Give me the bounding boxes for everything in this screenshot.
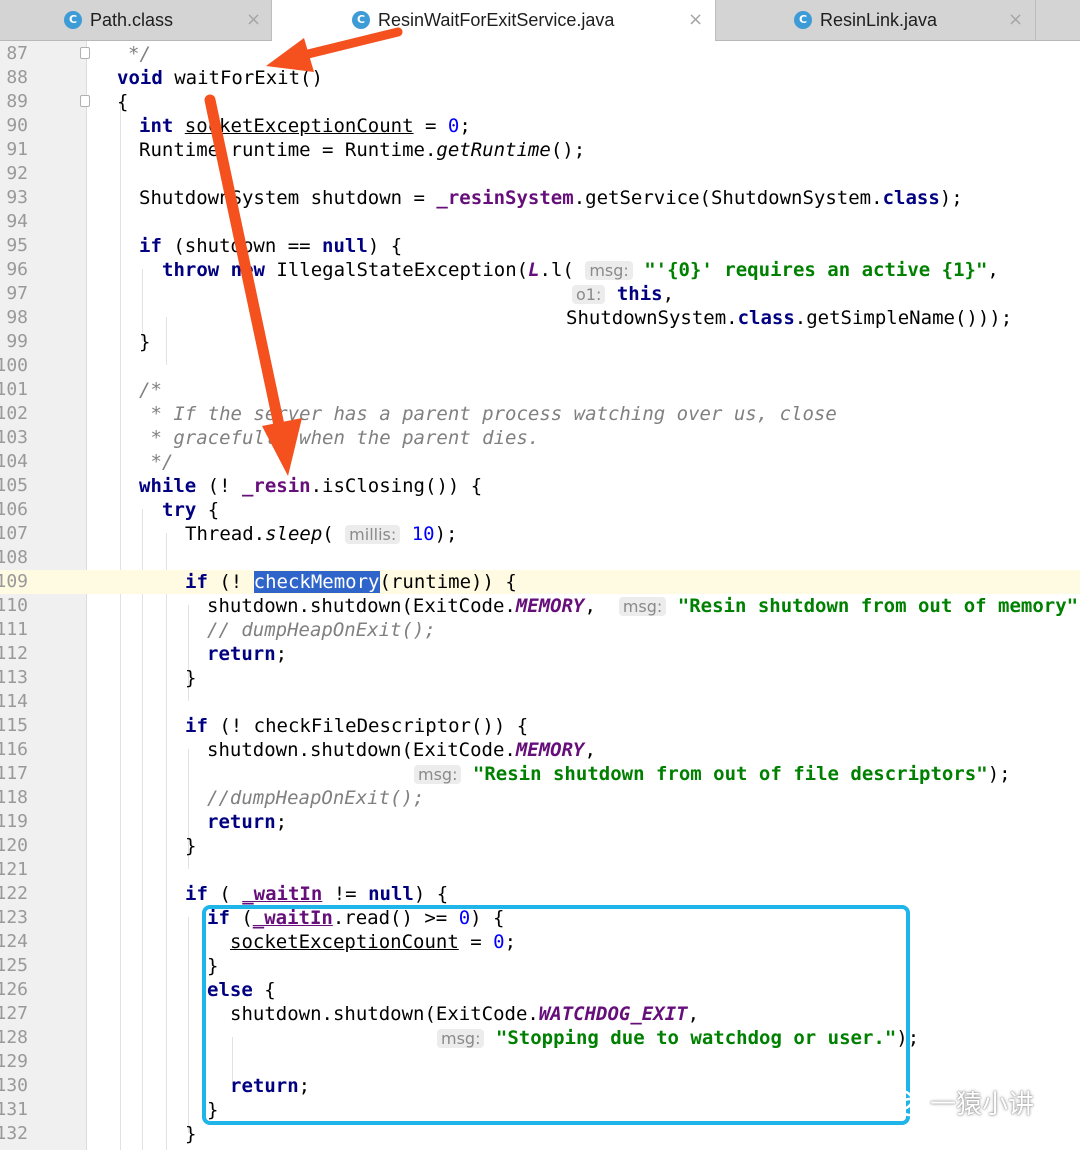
arrow-to-while-loop — [204, 94, 302, 476]
arrow-to-method-name — [266, 27, 403, 72]
wechat-logo-icon — [888, 1089, 922, 1116]
annotation-arrows — [204, 27, 403, 476]
watermark: 一猿小讲 — [888, 1084, 1034, 1121]
watermark-text: 一猿小讲 — [930, 1090, 1035, 1120]
